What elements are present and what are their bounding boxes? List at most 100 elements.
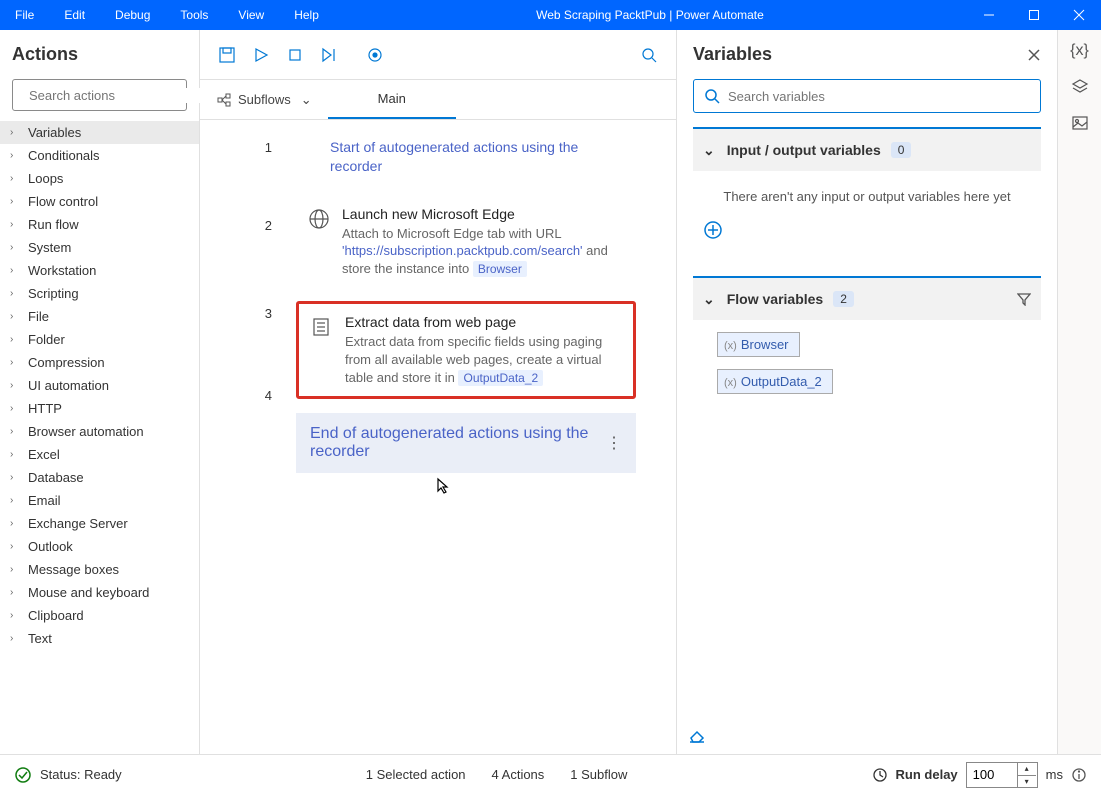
flow-area[interactable]: 1 2 3 4 Start of autogenerated actions u… — [200, 120, 676, 754]
tree-item-http[interactable]: ›HTTP — [0, 397, 199, 420]
window-controls — [966, 0, 1101, 30]
chevron-right-icon: › — [10, 426, 22, 437]
tree-item-compression[interactable]: ›Compression — [0, 351, 199, 374]
chevron-right-icon: › — [10, 380, 22, 391]
maximize-button[interactable] — [1011, 0, 1056, 30]
info-icon[interactable] — [1071, 767, 1087, 783]
tree-label: Workstation — [28, 263, 96, 278]
more-icon[interactable]: ⋮ — [606, 433, 622, 453]
tree-item-file[interactable]: ›File — [0, 305, 199, 328]
menu-view[interactable]: View — [223, 0, 279, 30]
tree-label: System — [28, 240, 71, 255]
filter-icon[interactable] — [1017, 292, 1031, 306]
tree-item-scripting[interactable]: ›Scripting — [0, 282, 199, 305]
step-button[interactable] — [313, 39, 345, 71]
tree-item-message-boxes[interactable]: ›Message boxes — [0, 558, 199, 581]
step-desc: Extract data from specific fields using … — [345, 333, 621, 386]
actions-tree[interactable]: ›Variables ›Conditionals ›Loops ›Flow co… — [0, 121, 199, 754]
tree-item-run-flow[interactable]: ›Run flow — [0, 213, 199, 236]
delay-spinner[interactable]: ▴▾ — [966, 762, 1038, 788]
delay-input[interactable] — [967, 767, 1017, 782]
tree-item-email[interactable]: ›Email — [0, 489, 199, 512]
tree-label: Outlook — [28, 539, 73, 554]
menu-tools[interactable]: Tools — [165, 0, 223, 30]
tab-main[interactable]: Main — [328, 80, 456, 119]
minimize-button[interactable] — [966, 0, 1011, 30]
comment-end[interactable]: End of autogenerated actions using the r… — [296, 413, 636, 473]
chevron-down-icon[interactable]: ⌄ — [703, 142, 715, 159]
variables-search[interactable] — [693, 79, 1041, 113]
tree-item-system[interactable]: ›System — [0, 236, 199, 259]
close-button[interactable] — [1056, 0, 1101, 30]
menu-debug[interactable]: Debug — [100, 0, 165, 30]
tree-item-workstation[interactable]: ›Workstation — [0, 259, 199, 282]
variable-item-outputdata[interactable]: (x)OutputData_2 — [717, 369, 833, 394]
run-button[interactable] — [245, 39, 277, 71]
layers-icon[interactable] — [1071, 78, 1089, 96]
chevron-right-icon: › — [10, 610, 22, 621]
comment-end-text: End of autogenerated actions using the r… — [310, 425, 606, 461]
subflows-button[interactable]: Subflows ⌄ — [200, 80, 328, 119]
search-icon — [704, 88, 720, 104]
tree-item-exchange-server[interactable]: ›Exchange Server — [0, 512, 199, 535]
line-3: 3 — [200, 264, 272, 358]
tree-item-clipboard[interactable]: › Clipboard — [0, 604, 199, 627]
step-desc: Attach to Microsoft Edge tab with URL 'h… — [342, 225, 624, 278]
tree-item-outlook[interactable]: › Outlook — [0, 535, 199, 558]
flow-search-button[interactable] — [633, 39, 665, 71]
step-launch-edge[interactable]: Launch new Microsoft Edge Attach to Micr… — [296, 196, 636, 288]
clock-icon — [872, 767, 888, 783]
menu-file[interactable]: File — [0, 0, 49, 30]
variable-item-browser[interactable]: (x)Browser — [717, 332, 800, 357]
tree-item-variables[interactable]: ›Variables — [0, 121, 199, 144]
io-title: Input / output variables — [727, 142, 881, 158]
variables-panel-title: Variables — [693, 44, 772, 65]
tree-label: Text — [28, 631, 52, 646]
tree-item-mouse-keyboard[interactable]: ›Mouse and keyboard — [0, 581, 199, 604]
tree-label: Loops — [28, 171, 63, 186]
tree-item-flow-control[interactable]: ›Flow control — [0, 190, 199, 213]
actions-search-input[interactable] — [29, 88, 205, 103]
tree-item-text[interactable]: › Text — [0, 627, 199, 650]
chevron-right-icon: › — [10, 541, 22, 552]
braces-icon[interactable]: {x} — [1070, 42, 1089, 60]
close-variables-button[interactable] — [1027, 48, 1041, 62]
tree-label: Database — [28, 470, 84, 485]
tree-label: Excel — [28, 447, 60, 462]
comment-start[interactable]: Start of autogenerated actions using the… — [330, 138, 630, 176]
tree-item-browser-automation[interactable]: ›Browser automation — [0, 420, 199, 443]
stop-button[interactable] — [279, 39, 311, 71]
tree-item-database[interactable]: ›Database — [0, 466, 199, 489]
save-button[interactable] — [211, 39, 243, 71]
tree-label: Clipboard — [28, 608, 84, 623]
erase-button[interactable] — [677, 714, 1057, 754]
actions-search[interactable] — [12, 79, 187, 111]
tree-item-folder[interactable]: ›Folder — [0, 328, 199, 351]
step-extract-data[interactable]: Extract data from web page Extract data … — [296, 301, 636, 399]
menu-help[interactable]: Help — [279, 0, 334, 30]
chevron-right-icon: › — [10, 127, 22, 138]
tree-item-conditionals[interactable]: ›Conditionals — [0, 144, 199, 167]
tree-item-excel[interactable]: ›Excel — [0, 443, 199, 466]
image-icon[interactable] — [1071, 114, 1089, 132]
tree-item-loops[interactable]: ›Loops — [0, 167, 199, 190]
spin-down[interactable]: ▾ — [1018, 775, 1036, 787]
actions-panel: Actions ›Variables ›Conditionals ›Loops … — [0, 30, 200, 754]
variables-search-input[interactable] — [728, 89, 1030, 104]
record-button[interactable] — [359, 39, 391, 71]
chevron-right-icon: › — [10, 633, 22, 644]
tree-item-ui-automation[interactable]: ›UI automation — [0, 374, 199, 397]
chevron-right-icon: › — [10, 518, 22, 529]
spin-up[interactable]: ▴ — [1018, 763, 1036, 775]
flow-section-header[interactable]: ⌄ Flow variables 2 — [693, 278, 1041, 320]
chevron-down-icon[interactable]: ⌄ — [703, 291, 715, 308]
toolbar — [200, 30, 676, 80]
menu-edit[interactable]: Edit — [49, 0, 100, 30]
add-variable-button[interactable] — [703, 220, 1031, 240]
tree-label: Message boxes — [28, 562, 119, 577]
page-icon — [311, 316, 335, 386]
right-rail: {x} — [1057, 30, 1101, 754]
subflow-count: 1 Subflow — [570, 767, 627, 782]
io-section-header[interactable]: ⌄ Input / output variables 0 — [693, 129, 1041, 171]
io-count-badge: 0 — [891, 142, 912, 158]
